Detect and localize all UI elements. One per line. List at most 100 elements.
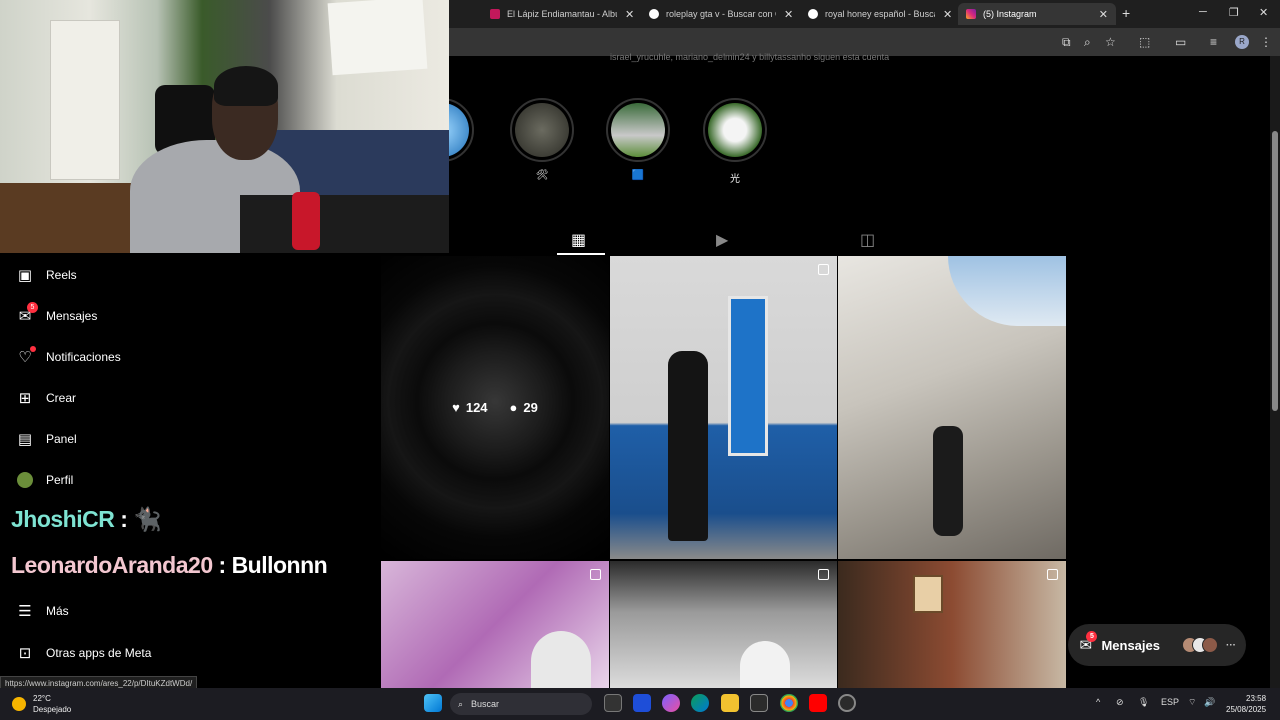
sidebar-item-crear[interactable]: ⊞ Crear [16, 389, 76, 407]
tab-instagram[interactable]: (5) Instagram ✕ [958, 3, 1116, 25]
kiosk-shape [728, 296, 768, 456]
story-highlight[interactable]: 🛠 [510, 98, 574, 181]
close-tab-icon[interactable]: ✕ [625, 8, 634, 21]
google-favicon-icon [649, 9, 659, 19]
sidebar-item-panel[interactable]: ▤ Panel [16, 430, 77, 448]
windows-taskbar: 22°C Despejado ⌕ Buscar ^ ⊘ 🎙 ESP ⌔ 🔊 23:… [0, 688, 1280, 720]
wifi-icon[interactable]: ⌔ [1188, 697, 1196, 708]
store-icon[interactable] [750, 694, 768, 712]
comment-icon: ● [509, 400, 518, 415]
network-off-icon[interactable]: ⊘ [1116, 697, 1124, 708]
sidebar-item-label: Otras apps de Meta [46, 646, 152, 660]
streamer-webcam [0, 0, 449, 253]
sidebar-item-label: Reels [46, 268, 77, 282]
likes-count: ♥ 124 [452, 400, 488, 415]
unread-badge: 5 [1086, 631, 1098, 642]
bookmark-star-icon[interactable]: ☆ [1105, 35, 1116, 49]
close-tab-icon[interactable]: ✕ [1099, 8, 1108, 21]
media-controls-icon[interactable]: ≡ [1210, 35, 1217, 49]
followed-by-text: israel_yrucuhle, mariano_delmin24 y bill… [610, 52, 890, 62]
chat-text: 🐈‍⬛ [133, 506, 162, 532]
post-tunnel[interactable] [610, 561, 837, 688]
sidebar-item-perfil[interactable]: Perfil [16, 471, 73, 489]
new-tab-button[interactable]: + [1122, 5, 1130, 21]
post-wheel[interactable]: ♥ 124 ● 29 [381, 256, 609, 559]
scrollbar-thumb[interactable] [1272, 131, 1278, 411]
post-stairs[interactable] [838, 256, 1066, 559]
clock[interactable]: 23:58 25/08/2025 [1226, 693, 1266, 715]
reels-tab-icon[interactable]: ▶ [716, 230, 728, 250]
chrome-icon[interactable] [780, 694, 798, 712]
messenger-icon: ✉ 5 [1078, 631, 1098, 654]
google-favicon-icon [808, 9, 818, 19]
tab-royal-honey[interactable]: royal honey español - Buscar co ✕ [800, 3, 960, 25]
moon-weather-icon [12, 697, 26, 711]
kebab-menu-icon[interactable]: ⋮ [1260, 35, 1272, 49]
copilot-icon[interactable] [662, 694, 680, 712]
volume-icon[interactable]: 🔊 [1204, 697, 1215, 708]
minimize-icon[interactable]: ─ [1199, 6, 1207, 18]
sidebar-item-otras-apps[interactable]: ⊡ Otras apps de Meta [16, 644, 152, 662]
unread-badge: 5 [27, 302, 38, 313]
active-tab-indicator [557, 253, 605, 255]
weather-condition: Despejado [33, 705, 72, 714]
post-hover-overlay: ♥ 124 ● 29 [381, 256, 609, 559]
extensions-icon[interactable]: ⬚ [1139, 35, 1150, 49]
tagged-tab-icon[interactable]: ◫ [860, 230, 875, 250]
person-silhouette [933, 426, 963, 536]
language-indicator[interactable]: ESP [1161, 697, 1179, 707]
posts-grid-tab-icon[interactable]: ▦ [571, 230, 586, 250]
scrollbar[interactable] [1270, 56, 1280, 688]
sidebar-item-label: Notificaciones [46, 350, 121, 364]
clock-time: 23:58 [1246, 694, 1267, 703]
restore-icon[interactable]: ❐ [1229, 6, 1239, 19]
tray-chevron-icon[interactable]: ^ [1096, 697, 1100, 707]
tab-title: (5) Instagram [983, 9, 1037, 19]
sidebar-item-mensajes[interactable]: ✉ 5 Mensajes [16, 302, 98, 325]
heart-icon: ♡ [16, 346, 36, 366]
sidebar-item-label: Mensajes [46, 309, 98, 323]
comments-count: ● 29 [509, 400, 538, 415]
instagram-favicon-icon [966, 9, 976, 19]
sky-shape [948, 256, 1066, 326]
close-window-icon[interactable]: ✕ [1259, 6, 1268, 19]
search-placeholder: Buscar [471, 699, 500, 709]
zoom-icon[interactable]: ⌕ [1084, 35, 1091, 50]
close-tab-icon[interactable]: ✕ [943, 8, 952, 21]
sidebar-item-notificaciones[interactable]: ♡ Notificaciones [16, 346, 121, 366]
post-purple-wall[interactable] [381, 561, 609, 688]
app-icon[interactable] [838, 694, 856, 712]
tab-title: royal honey español - Buscar co [825, 9, 935, 19]
sidebar-item-label: Perfil [46, 473, 74, 487]
sidebar-item-mas[interactable]: ☰ Más [16, 602, 68, 620]
close-tab-icon[interactable]: ✕ [784, 8, 793, 21]
carousel-icon [818, 264, 829, 275]
tab-title: El Lápiz Endiamantau - Album [507, 9, 617, 19]
poster-shape [913, 575, 943, 613]
tab-lapiz[interactable]: El Lápiz Endiamantau - Album ✕ [482, 3, 642, 25]
temperature: 22°C [33, 694, 51, 703]
sidebar-item-reels[interactable]: ▣ Reels [16, 266, 77, 284]
tab-roleplay[interactable]: roleplay gta v - Buscar con Goo ✕ [641, 3, 801, 25]
cast-icon[interactable]: ⧉ [1062, 35, 1071, 50]
edge-icon[interactable] [691, 694, 709, 712]
browser-profile-avatar[interactable]: R [1235, 35, 1249, 49]
story-highlight[interactable]: 🟦 [606, 98, 670, 181]
youtube-icon[interactable] [809, 694, 827, 712]
microphone-icon[interactable]: 🎙 [1138, 697, 1149, 708]
messages-floating-button[interactable]: ✉ 5 Mensajes ··· [1068, 624, 1246, 666]
post-payment-kiosk[interactable] [610, 256, 837, 559]
app-icon[interactable] [633, 694, 651, 712]
windows-start-icon[interactable] [424, 694, 442, 712]
highlight-image [708, 103, 762, 157]
split-view-icon[interactable]: ▭ [1175, 35, 1186, 49]
story-highlight[interactable]: 光 [703, 98, 767, 185]
highlight-label: 🛠 [535, 170, 549, 181]
post-street[interactable] [838, 561, 1066, 688]
taskbar-search[interactable]: ⌕ Buscar [450, 693, 592, 715]
task-view-icon[interactable] [604, 694, 622, 712]
weather-widget[interactable]: 22°C Despejado [12, 693, 71, 715]
file-explorer-icon[interactable] [721, 694, 739, 712]
tab-title: roleplay gta v - Buscar con Goo [666, 9, 776, 19]
avatar [16, 471, 34, 489]
